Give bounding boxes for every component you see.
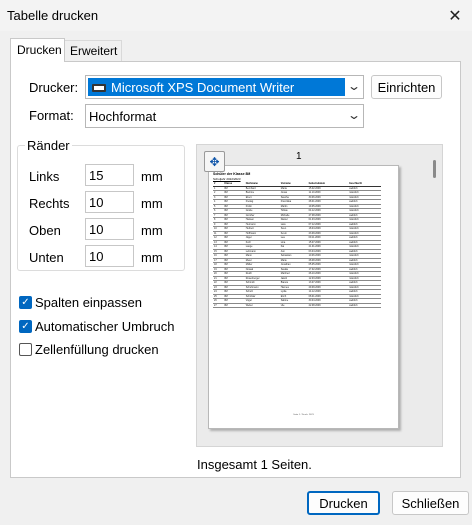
tab-erweitert[interactable]: Erweitert [65,40,122,62]
margin-top-label: Oben [29,223,61,238]
table-cell: 22.08.2009 [307,303,349,308]
margin-left-input[interactable]: 15 [85,164,134,186]
margin-right-input[interactable]: 10 [85,191,134,213]
table-row: 27 8M Weber Ute 22.08.2009 weiblich [213,303,381,308]
doc-table: # Klasse Nachname Vorname Geburtsdatum Geschl… [213,182,381,308]
printer-selected-value: Microsoft XPS Document Writer [88,78,345,96]
margin-bottom-unit: mm [141,250,163,265]
close-icon[interactable]: ✕ [438,0,472,31]
chevron-down-icon: ⌄ [346,108,362,122]
printer-value-text: Microsoft XPS Document Writer [111,80,295,95]
table-cell: 27 [213,303,224,308]
close-button[interactable]: Schließen [392,491,469,515]
print-button[interactable]: Drucken [307,491,380,515]
preview-page: Schüler der Klasse 8M Schuljahr 2022/202… [208,165,399,429]
cell-fill-label: Zellenfüllung drucken [35,342,159,357]
margin-top-input[interactable]: 10 [85,218,134,240]
margin-right-label: Rechts [29,196,70,211]
window-title: Tabelle drucken [7,8,99,23]
auto-wrap-label: Automatischer Umbruch [35,319,175,334]
printer-icon [92,83,106,92]
doc-table-body: 1 8M Bernhard Maria 15.02.2009 weiblich 2 8M Bre… [213,186,381,308]
printer-select[interactable]: Microsoft XPS Document Writer ⌄ [85,75,364,99]
table-cell: weiblich [348,303,381,308]
format-value: Hochformat [89,109,157,124]
margins-group-title: Ränder [25,138,72,153]
preview-page-number: 1 [296,151,302,162]
fit-columns-checkbox[interactable]: ✓ [19,296,32,309]
table-cell: 8M [223,303,245,308]
margin-bottom-label: Unten [29,250,64,265]
margin-top-unit: mm [141,223,163,238]
total-pages-label: Insgesamt 1 Seiten. [197,457,312,472]
doc-subtitle: Schuljahr 2022/2023 [213,177,241,181]
zoom-icon[interactable]: ✥ [204,151,225,172]
doc-title: Schüler der Klasse 8M [213,172,251,176]
preview-scrollbar[interactable] [433,160,436,178]
margin-left-unit: mm [141,169,163,184]
table-cell: Weber [244,303,280,308]
doc-footer: Seite 1 / Druck: 2023 [293,414,314,416]
chevron-down-icon: ⌄ [346,79,362,93]
format-select[interactable]: Hochformat ⌄ [85,104,364,128]
table-cell: Ute [279,303,308,308]
margin-left-label: Links [29,169,60,184]
tab-drucken[interactable]: Drucken [10,38,65,62]
cell-fill-checkbox[interactable] [19,343,32,356]
auto-wrap-checkbox[interactable]: ✓ [19,320,32,333]
margin-right-unit: mm [141,196,163,211]
title-bar: Tabelle drucken ✕ [0,0,472,31]
format-label: Format: [29,108,74,123]
setup-button[interactable]: Einrichten [371,75,442,99]
printer-label: Drucker: [29,80,79,95]
fit-columns-label: Spalten einpassen [35,295,142,310]
margin-bottom-input[interactable]: 10 [85,245,134,267]
